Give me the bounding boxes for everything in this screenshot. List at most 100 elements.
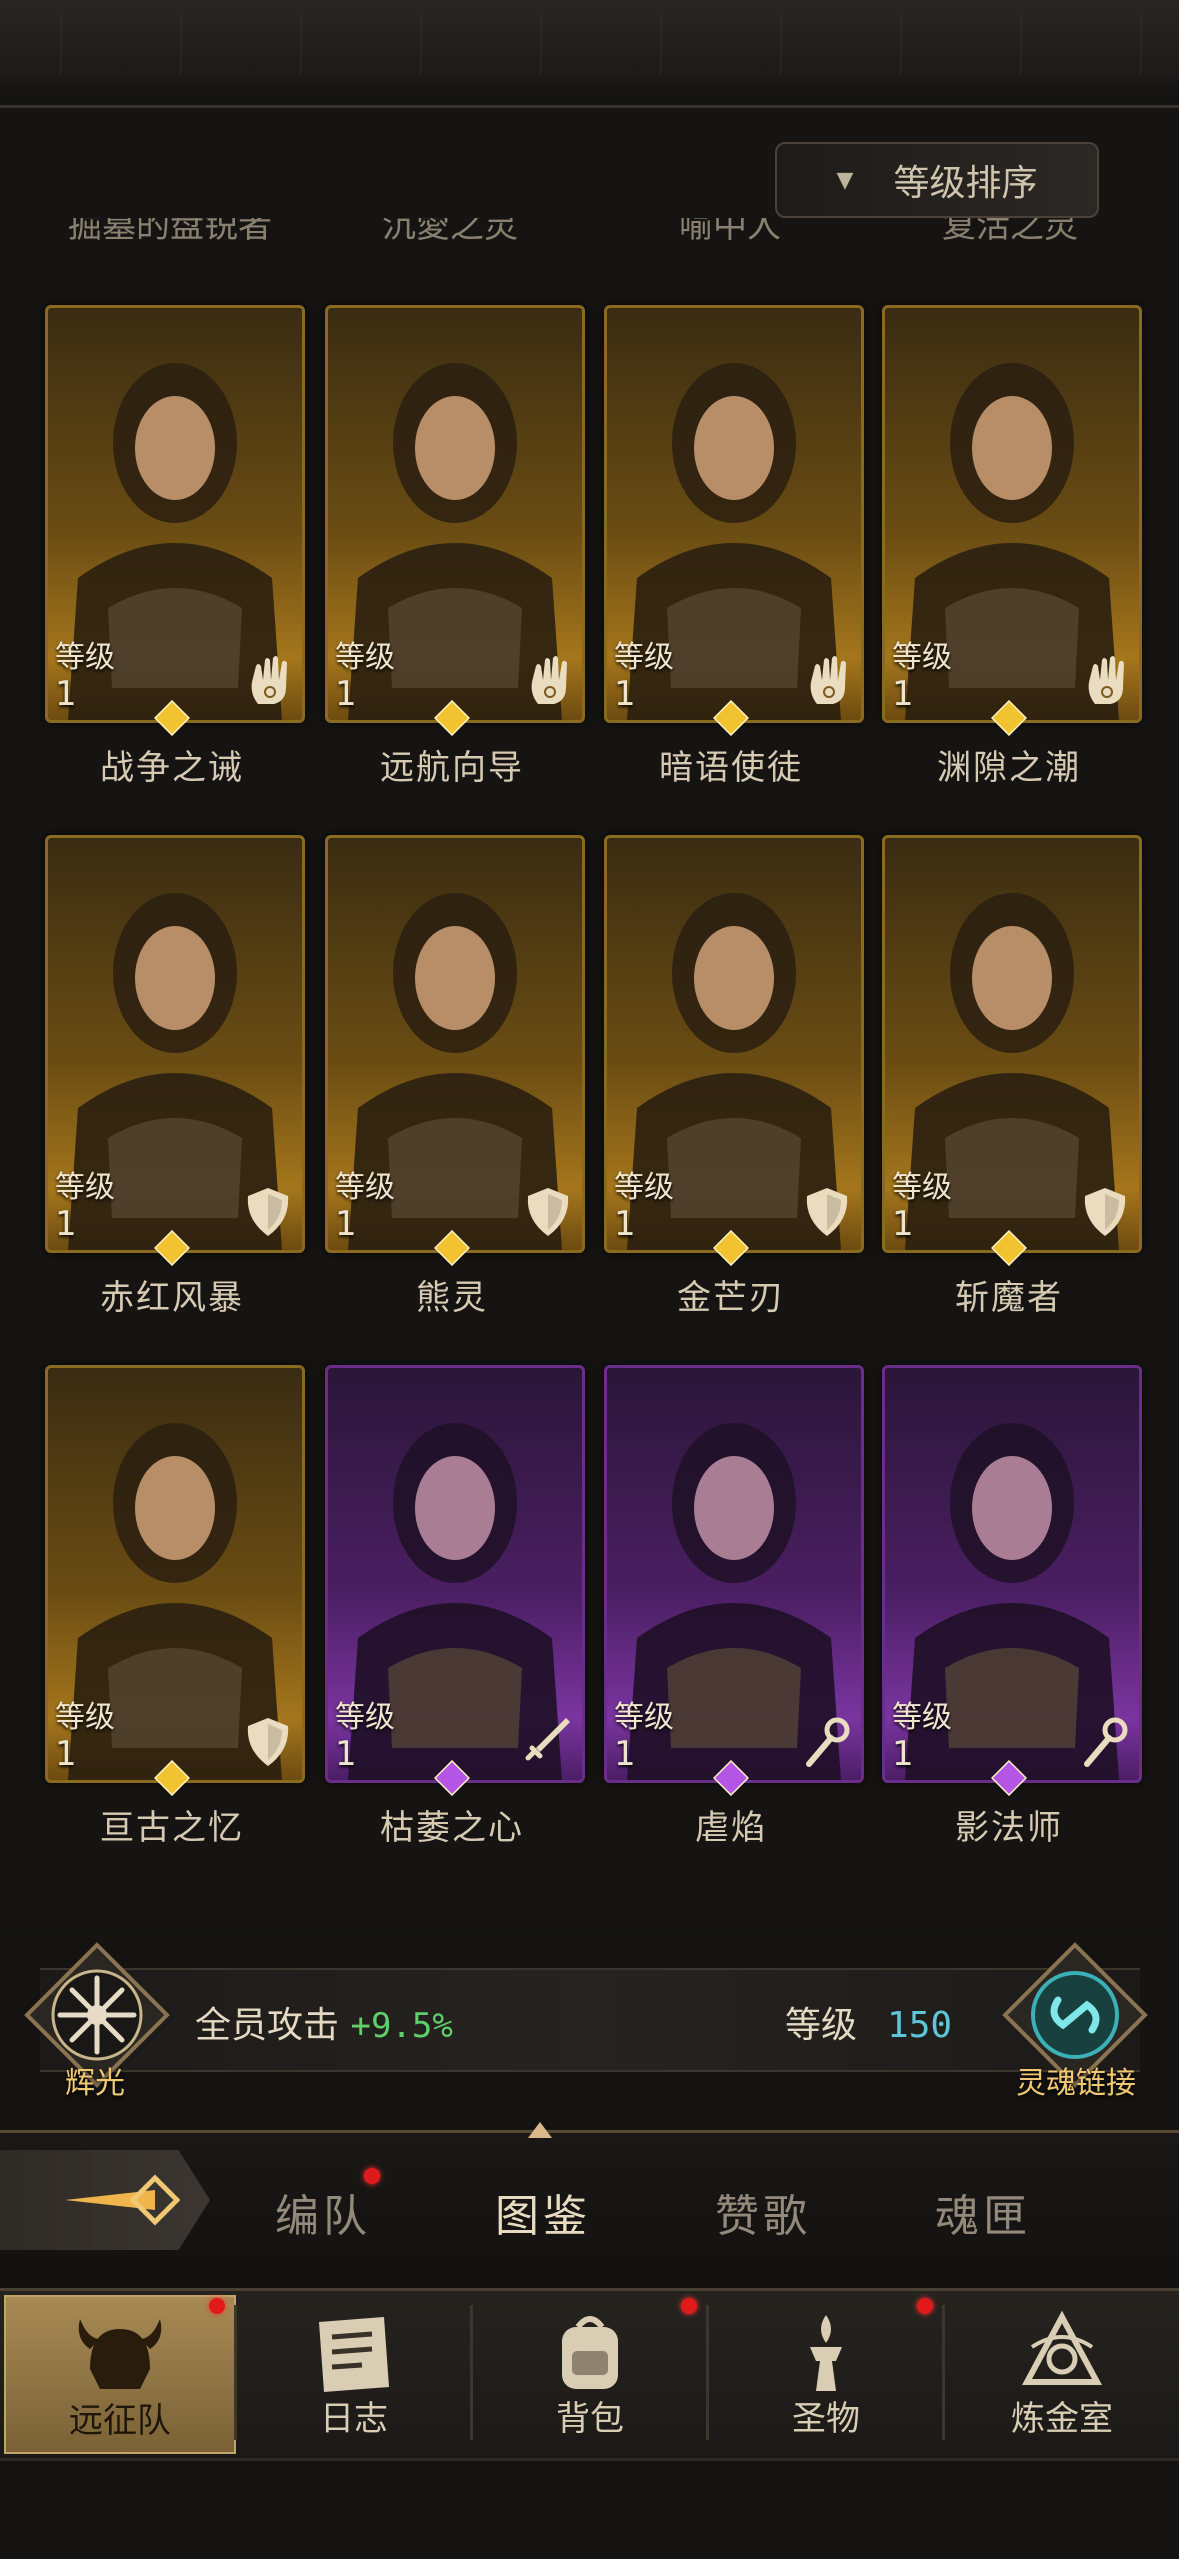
hero-name: 暗语使徒	[659, 748, 803, 788]
staff-class-icon	[806, 1717, 850, 1767]
hand-class-icon	[810, 656, 846, 704]
nav-divider	[234, 2305, 237, 2440]
nav-badge	[681, 2298, 697, 2314]
rarity-gem-icon	[713, 1760, 749, 1796]
hero-card[interactable]: 等级 1	[45, 1365, 305, 1783]
nav-label: 日志	[320, 2399, 388, 2439]
rarity-gem-icon	[154, 1760, 190, 1796]
hero-card[interactable]: 等级 1	[604, 1365, 864, 1783]
hero-level: 1	[892, 674, 914, 714]
shield-class-icon	[247, 1188, 289, 1236]
hero-name: 喻中人	[679, 218, 781, 246]
top-banner	[0, 0, 1179, 108]
level-label: 等级	[892, 640, 952, 675]
hero-card[interactable]: 等级 1	[882, 1365, 1142, 1783]
soul-link-level: 等级 150	[785, 1996, 952, 2048]
all-attack-bonus: 全员攻击 +9.5%	[195, 1996, 453, 2048]
level-label: 等级	[335, 1170, 395, 1205]
rarity-gem-icon	[991, 700, 1027, 736]
hero-card[interactable]: 等级 1	[882, 305, 1142, 723]
nav-divider	[706, 2305, 709, 2440]
tab-soul-box[interactable]: 魂匣	[935, 2180, 1031, 2244]
rarity-gem-icon	[154, 1230, 190, 1266]
shield-class-icon	[247, 1718, 289, 1766]
level-label: 等级	[614, 1170, 674, 1205]
level-label: 等级	[335, 1700, 395, 1735]
radiance-label: 辉光	[65, 2066, 125, 2101]
hand-class-icon	[531, 656, 567, 704]
shield-class-icon	[527, 1188, 569, 1236]
hero-name: 沉愛之灵	[382, 218, 518, 246]
level-label: 等级	[55, 640, 115, 675]
alchemy-icon	[1021, 2310, 1103, 2385]
hero-level: 1	[55, 1734, 77, 1774]
hero-name: 赤红风暴	[100, 1278, 244, 1318]
hero-name: 熊灵	[416, 1278, 488, 1318]
nav-divider	[470, 2305, 473, 2440]
partially-scrolled-row: 掘墓的盘锐者 沉愛之灵 喻中人 复活之灵	[0, 218, 1179, 248]
rarity-gem-icon	[434, 1760, 470, 1796]
hero-card[interactable]: 等级 1	[325, 1365, 585, 1783]
hero-card[interactable]: 等级 1	[882, 835, 1142, 1253]
backpack-icon	[562, 2316, 618, 2389]
bonus-label: 全员攻击	[195, 2005, 340, 2046]
rarity-gem-icon	[434, 700, 470, 736]
level-label: 等级	[55, 1700, 115, 1735]
rarity-gem-icon	[154, 700, 190, 736]
nav-expedition[interactable]: 远征队	[4, 2295, 236, 2454]
staff-class-icon	[1084, 1717, 1128, 1767]
level-label: 等级	[614, 640, 674, 675]
rarity-gem-icon	[713, 1230, 749, 1266]
nav-label: 背包	[556, 2399, 624, 2439]
nav-label: 远征队	[69, 2401, 171, 2441]
soul-link-level-label: 等级	[785, 2005, 858, 2046]
hero-level: 1	[614, 674, 636, 714]
nav-relic[interactable]: 圣物	[712, 2295, 940, 2450]
shield-class-icon	[806, 1188, 848, 1236]
hero-card[interactable]: 等级 1	[45, 305, 305, 723]
hero-card[interactable]: 等级 1	[45, 835, 305, 1253]
hero-card[interactable]: 等级 1	[604, 835, 864, 1253]
nav-journal[interactable]: 日志	[240, 2295, 468, 2450]
hero-name: 虐焰	[695, 1808, 767, 1848]
helmet-icon	[78, 2319, 162, 2389]
level-label: 等级	[614, 1700, 674, 1735]
dropdown-triangle-icon: ▼	[836, 167, 854, 193]
nav-label: 炼金室	[1011, 2399, 1113, 2439]
sword-class-icon	[525, 1718, 570, 1761]
level-sort-button[interactable]: ▼ 等级排序	[775, 142, 1099, 218]
active-tab-marker	[528, 2122, 552, 2138]
hero-name: 枯萎之心	[380, 1808, 524, 1848]
nav-label: 圣物	[792, 2399, 860, 2439]
tab-formation[interactable]: 编队	[275, 2180, 371, 2244]
sort-label: 等级排序	[893, 163, 1038, 204]
hero-card[interactable]: 等级 1	[325, 835, 585, 1253]
hero-card[interactable]: 等级 1	[604, 305, 864, 723]
hero-level: 1	[614, 1734, 636, 1774]
top-ornament	[0, 15, 1179, 75]
nav-badge	[209, 2298, 225, 2314]
relic-icon	[810, 2315, 842, 2391]
hero-level: 1	[335, 1204, 357, 1244]
bonus-value: +9.5%	[350, 2006, 453, 2046]
hero-name: 影法师	[955, 1808, 1063, 1848]
footer-ornament	[0, 2458, 1179, 2559]
back-tab-button[interactable]	[0, 2150, 210, 2250]
hand-class-icon	[251, 656, 287, 704]
tab-anthem[interactable]: 赞歌	[715, 2180, 811, 2244]
nav-divider	[942, 2305, 945, 2440]
hero-name: 亘古之忆	[100, 1808, 244, 1848]
soul-link-level-value: 150	[887, 2005, 953, 2046]
level-label: 等级	[892, 1170, 952, 1205]
hero-level: 1	[614, 1204, 636, 1244]
nav-alchemy[interactable]: 炼金室	[948, 2295, 1176, 2450]
hero-card[interactable]: 等级 1	[325, 305, 585, 723]
hero-level: 1	[892, 1204, 914, 1244]
soul-link-label: 灵魂链接	[1016, 2066, 1136, 2101]
formation-badge	[364, 2168, 380, 2184]
journal-icon	[319, 2317, 389, 2392]
nav-backpack[interactable]: 背包	[476, 2295, 704, 2450]
hero-level: 1	[335, 674, 357, 714]
hero-level: 1	[55, 674, 77, 714]
tab-codex[interactable]: 图鉴	[495, 2180, 591, 2244]
